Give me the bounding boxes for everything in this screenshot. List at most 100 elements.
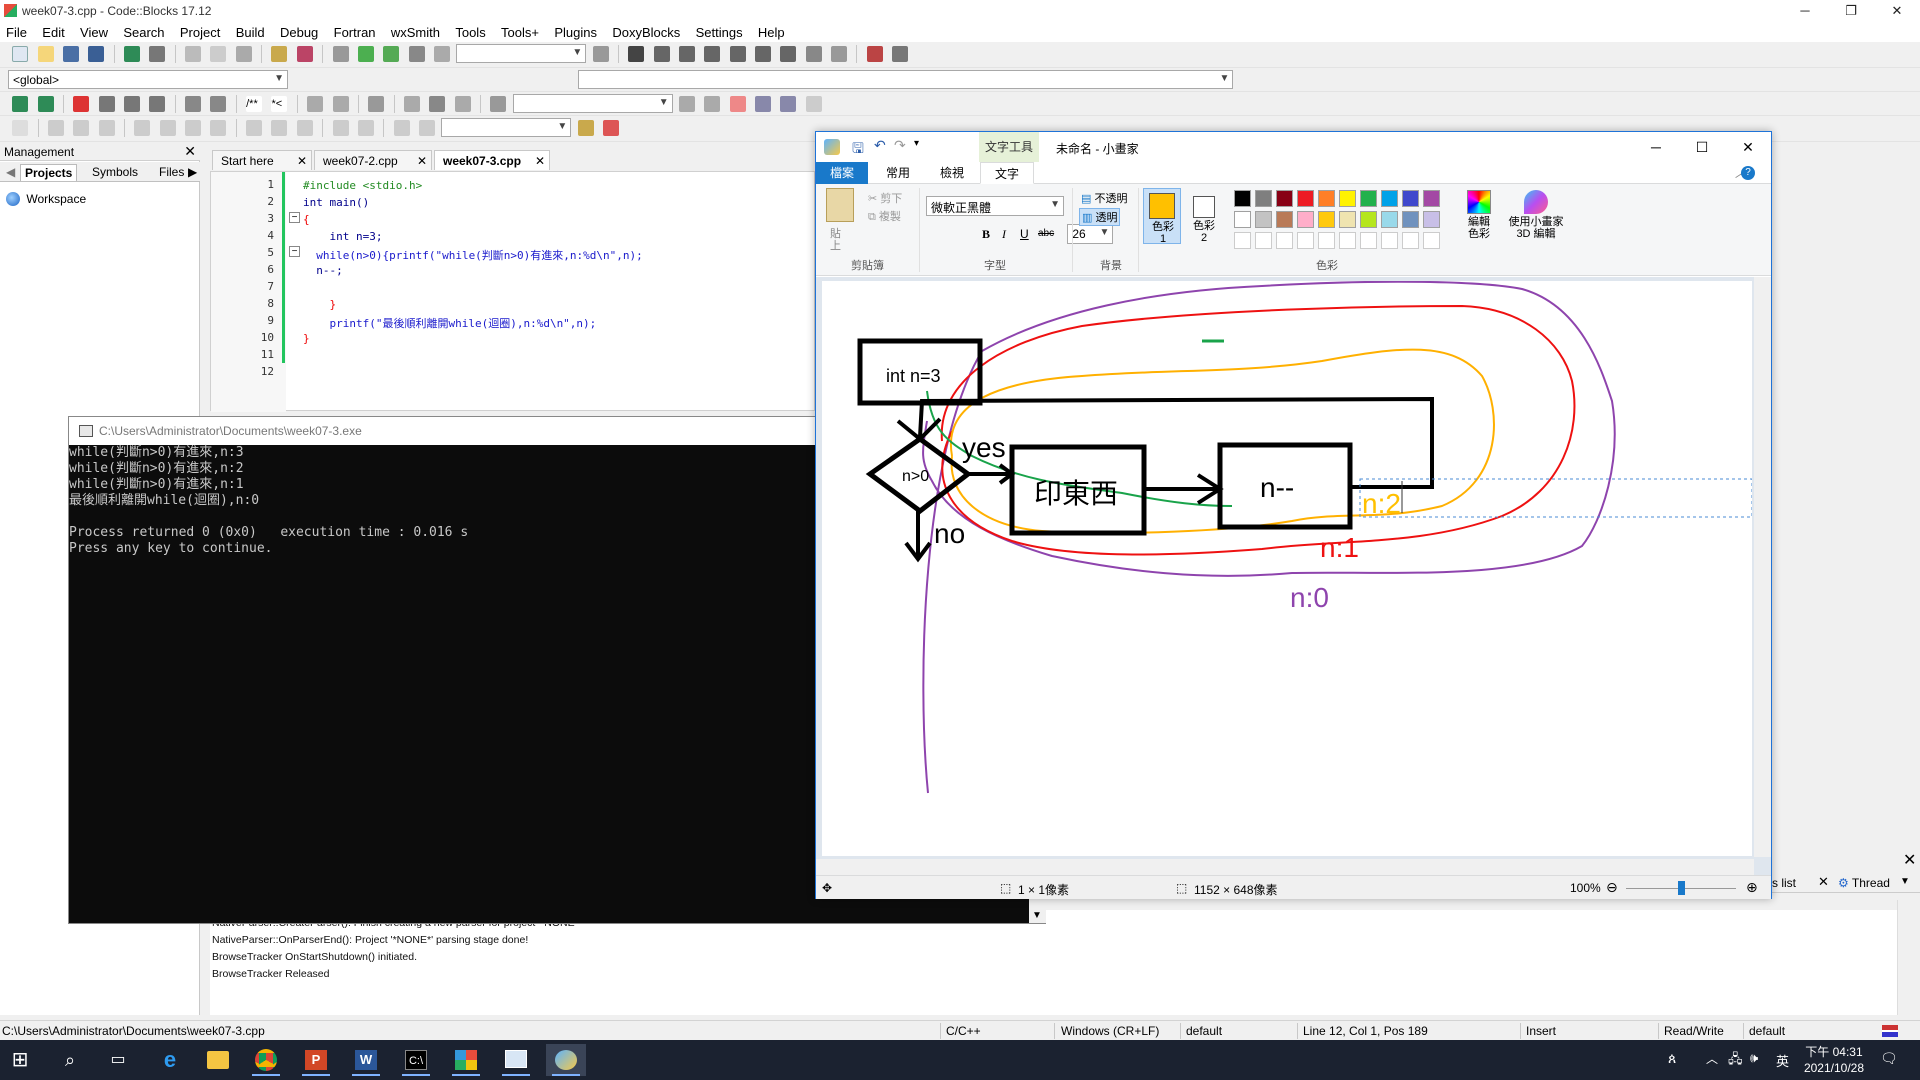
custom-color-slot[interactable]: [1255, 232, 1272, 249]
paste-icon[interactable]: [826, 188, 854, 222]
network-icon[interactable]: 🖧: [1728, 1050, 1743, 1072]
pause-icon[interactable]: [805, 46, 822, 62]
save-all-icon[interactable]: [88, 46, 105, 62]
close-icon[interactable]: ✕: [297, 154, 307, 168]
record-icon[interactable]: [429, 96, 446, 112]
palette-color-swatch[interactable]: [1297, 211, 1314, 228]
palette-color-swatch[interactable]: [1234, 190, 1251, 207]
paste-icon[interactable]: [235, 46, 252, 62]
new-file-icon[interactable]: [12, 46, 29, 62]
tab-text[interactable]: 文字: [980, 162, 1035, 184]
redo-icon[interactable]: ↷: [894, 137, 906, 154]
word-icon[interactable]: W: [346, 1044, 386, 1076]
color2-button[interactable]: 色彩 2: [1185, 188, 1223, 244]
widget-icon[interactable]: [246, 120, 263, 136]
palette-color-swatch[interactable]: [1339, 190, 1356, 207]
close-icon[interactable]: ✕: [417, 154, 427, 168]
search-symbol-icon[interactable]: [577, 120, 594, 136]
tab-week07-2[interactable]: week07-2.cpp ✕: [314, 150, 432, 170]
widget-icon[interactable]: [210, 120, 227, 136]
workspace-tree-item[interactable]: Workspace: [6, 191, 86, 206]
italic-button[interactable]: I: [1002, 227, 1006, 242]
stop-debug-icon[interactable]: [831, 46, 847, 62]
palette-color-swatch[interactable]: [1339, 211, 1356, 228]
color1-button[interactable]: 色彩 1: [1143, 188, 1181, 245]
bookmark-icon[interactable]: [73, 96, 90, 112]
function-select[interactable]: ▼: [578, 70, 1234, 89]
canvas-vertical-scrollbar[interactable]: [1754, 277, 1771, 857]
paint3d-button[interactable]: 使用小畫家 3D 編輯: [1504, 188, 1568, 250]
uncomment-icon[interactable]: [210, 96, 227, 112]
close-button[interactable]: ✕: [1874, 0, 1920, 22]
font-size-select[interactable]: 26 ▼: [1067, 224, 1114, 244]
widget-icon[interactable]: [73, 120, 90, 136]
close-icon[interactable]: ✕: [535, 154, 545, 168]
redo-icon[interactable]: [149, 46, 166, 62]
undo-icon[interactable]: ↶: [874, 137, 886, 154]
paste-button[interactable]: 貼上: [830, 228, 844, 252]
volume-icon[interactable]: 🕪: [1750, 1050, 1758, 1066]
tab-symbols[interactable]: Symbols: [88, 164, 142, 180]
close-button[interactable]: ✕: [1725, 132, 1771, 162]
tab-start-here[interactable]: Start here ✕: [212, 150, 312, 170]
find-icon[interactable]: [271, 46, 288, 62]
menu-debug[interactable]: Debug: [274, 22, 324, 40]
window-icon[interactable]: [496, 1044, 536, 1076]
palette-color-swatch[interactable]: [1402, 190, 1419, 207]
run-to-cursor-icon[interactable]: [653, 46, 670, 62]
menu-tools-plus[interactable]: Tools+: [495, 22, 545, 40]
step-out-icon[interactable]: [729, 46, 746, 62]
zoom-out-button[interactable]: ⊖: [1606, 879, 1618, 896]
palette-color-swatch[interactable]: [1318, 211, 1335, 228]
menu-search[interactable]: Search: [117, 22, 170, 40]
tab-home[interactable]: 常用: [872, 162, 924, 184]
tab-thread[interactable]: ⚙ Thread: [1838, 876, 1890, 890]
incremental-search-input[interactable]: ▼: [512, 94, 673, 113]
maximize-button[interactable]: ❐: [1828, 0, 1874, 22]
prev-bookmark-icon[interactable]: [98, 96, 115, 112]
log-scrollbar[interactable]: [1897, 900, 1914, 1015]
custom-color-slot[interactable]: [1423, 232, 1440, 249]
notification-icon[interactable]: 🗨: [1880, 1050, 1898, 1067]
debug-windows-icon[interactable]: [866, 46, 883, 62]
font-family-select[interactable]: 微軟正黑體 ▼: [926, 196, 1064, 216]
replace-icon[interactable]: [296, 46, 313, 62]
next-instruction-icon[interactable]: [754, 46, 771, 62]
code-editor[interactable]: 1 2 3 4 5 6 7 8 9 10 11 12 − − #include …: [210, 171, 815, 412]
help-icon[interactable]: ?: [1741, 166, 1755, 180]
rebuild-icon[interactable]: [408, 46, 425, 62]
menu-build[interactable]: Build: [230, 22, 271, 40]
palette-color-swatch[interactable]: [1360, 190, 1377, 207]
powerpoint-icon[interactable]: P: [296, 1044, 336, 1076]
block-comment-icon[interactable]: /**: [246, 96, 263, 112]
line-comment-icon[interactable]: *<: [271, 96, 288, 112]
menu-settings[interactable]: Settings: [690, 22, 749, 40]
save-icon[interactable]: [63, 46, 80, 62]
edge-icon[interactable]: e: [150, 1044, 190, 1076]
fold-toggle-icon[interactable]: −: [289, 212, 300, 223]
extract-icon[interactable]: [332, 96, 349, 112]
terminal-icon[interactable]: C:\: [396, 1044, 436, 1076]
maximize-button[interactable]: ☐: [1679, 132, 1725, 162]
task-view-icon[interactable]: ▭: [98, 1044, 138, 1076]
tab-projects[interactable]: Projects: [20, 164, 78, 181]
zoom-slider-thumb[interactable]: [1678, 881, 1685, 895]
palette-color-swatch[interactable]: [1234, 211, 1251, 228]
configure-icon[interactable]: [368, 96, 385, 112]
palette-color-swatch[interactable]: [1381, 190, 1398, 207]
clock[interactable]: 下午 04:31 2021/10/28: [1804, 1044, 1864, 1076]
minimize-button[interactable]: ─: [1633, 132, 1679, 162]
build-log[interactable]: NativeParser::CreateParser(): Finish cre…: [210, 910, 1910, 1015]
menu-file[interactable]: File: [0, 22, 33, 40]
ime-indicator[interactable]: 英: [1776, 1051, 1789, 1070]
custom-color-slot[interactable]: [1276, 232, 1293, 249]
people-icon[interactable]: ጰ: [1668, 1050, 1676, 1067]
build-icon[interactable]: [332, 46, 349, 62]
scroll-down-icon[interactable]: ▼: [1032, 910, 1042, 921]
custom-color-slot[interactable]: [1297, 232, 1314, 249]
build-target-select[interactable]: ▼: [456, 44, 587, 63]
menu-view[interactable]: View: [74, 22, 114, 40]
paint-window[interactable]: 🖫 ↶ ↷ ▾ 文字工具 未命名 - 小畫家 ─☐✕ 檔案 常用 檢視 文字 ︿…: [815, 131, 1772, 899]
pointer-icon[interactable]: [12, 120, 29, 136]
close-icon[interactable]: ✕: [1818, 874, 1829, 890]
